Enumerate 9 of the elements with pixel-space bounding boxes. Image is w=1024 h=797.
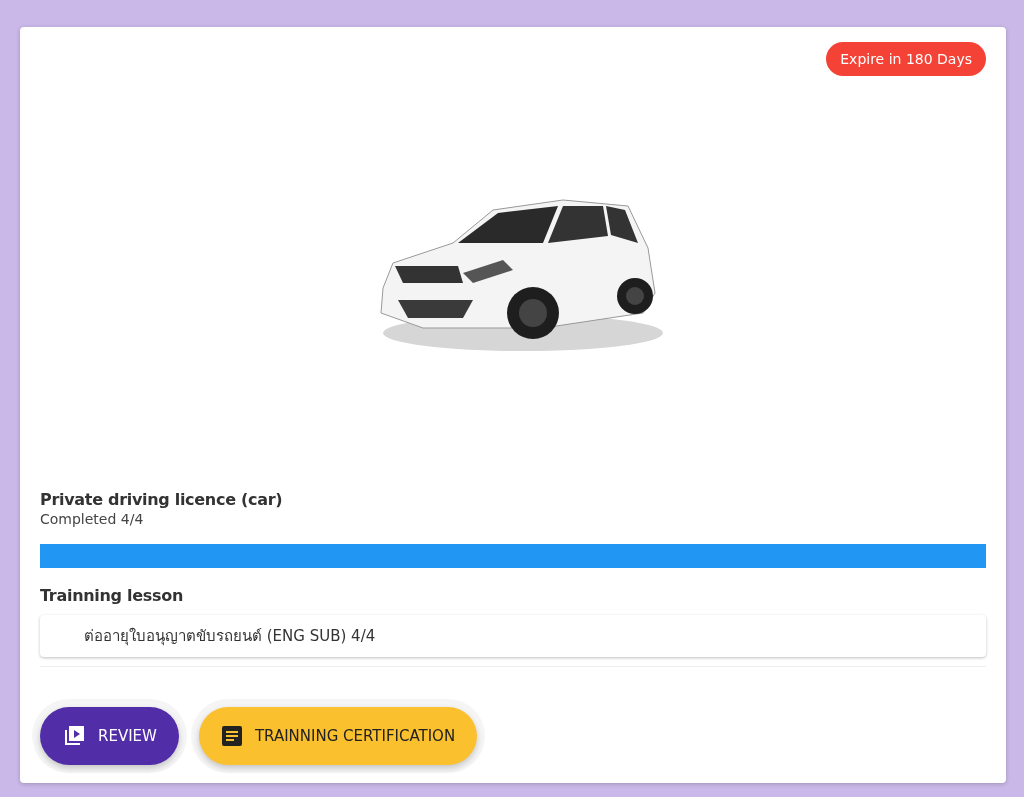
expiry-badge: Expire in 180 Days [826,42,986,76]
document-icon [220,725,243,747]
lesson-item[interactable]: ต่ออายุใบอนุญาตขับรถยนต์ (ENG SUB) 4/4 [40,615,986,657]
review-button[interactable]: REVIEW [40,707,179,765]
lessons-heading: Trainning lesson [40,586,184,605]
certificate-button[interactable]: TRAINNING CERTIFICATION [198,707,478,765]
video-library-icon [62,724,86,748]
completion-status: Completed 4/4 [40,511,145,527]
course-title: Private driving licence (car) [40,490,284,509]
